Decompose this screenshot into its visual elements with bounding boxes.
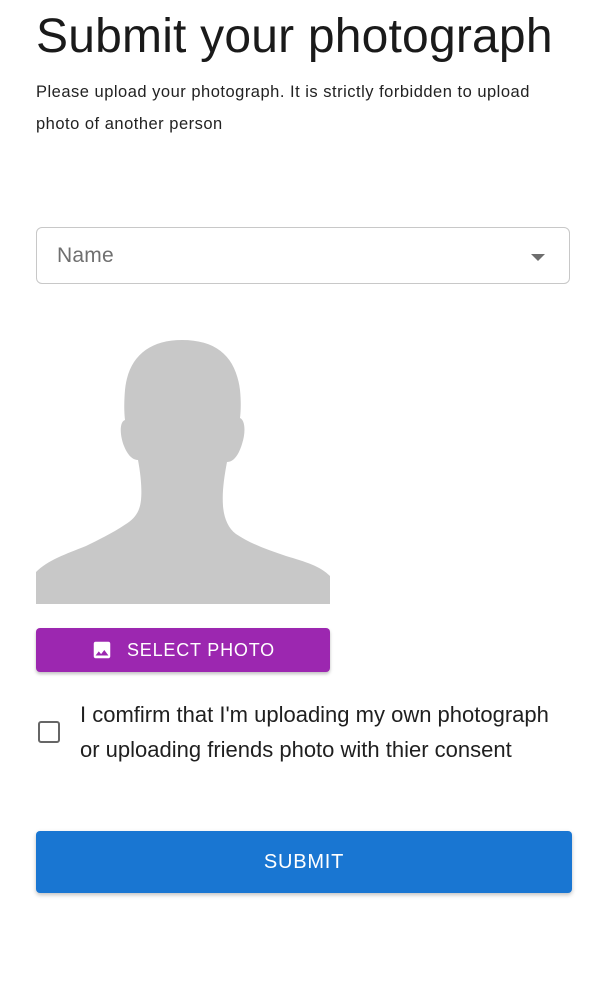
select-photo-label: SELECT PHOTO [127, 639, 275, 660]
consent-checkbox[interactable] [38, 721, 60, 743]
submit-button[interactable]: SUBMIT [36, 831, 572, 893]
name-select[interactable]: Name [36, 227, 570, 284]
image-icon [91, 639, 113, 661]
consent-label: I comfirm that I'm uploading my own phot… [80, 702, 549, 762]
upload-form-page: Submit your photograph Please upload you… [36, 0, 572, 893]
consent-row: I comfirm that I'm uploading my own phot… [36, 697, 572, 767]
select-photo-button[interactable]: SELECT PHOTO [36, 628, 330, 672]
person-silhouette-icon [36, 340, 330, 604]
arrow-drop-down-icon [531, 254, 545, 261]
page-subtitle: Please upload your photograph. It is str… [36, 83, 530, 133]
name-select-label: Name [57, 244, 114, 267]
page-title: Submit your photograph [36, 10, 553, 63]
